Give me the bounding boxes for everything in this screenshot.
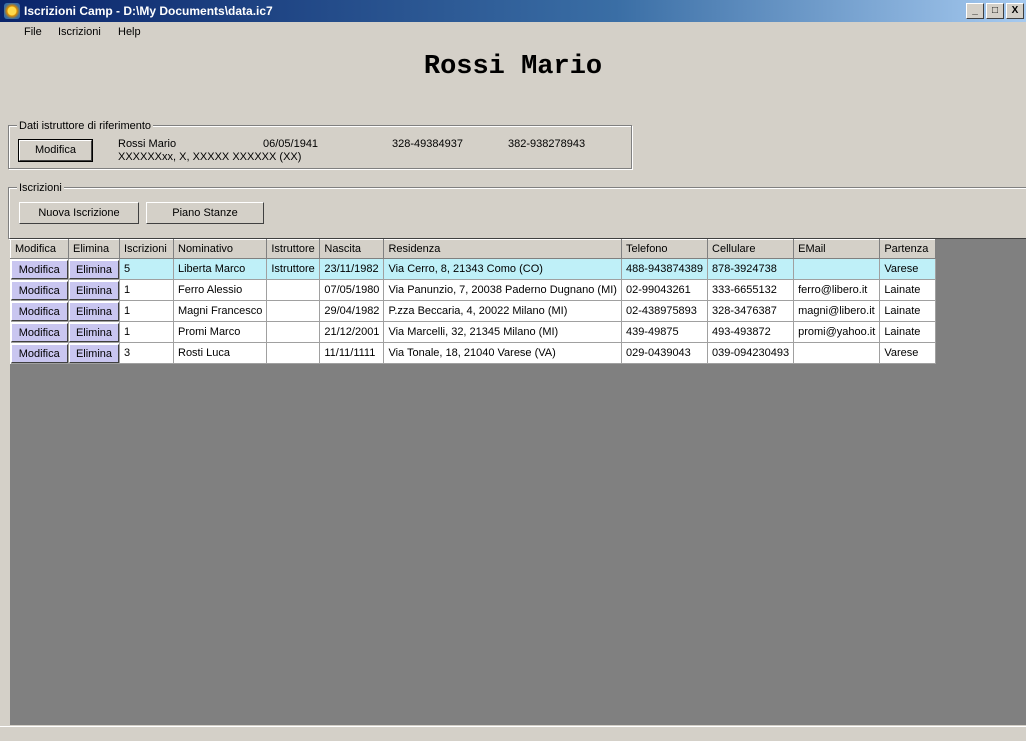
app-icon[interactable] [4,3,20,19]
edit-row-button[interactable]: Modifica [10,322,68,342]
cell-nascita[interactable]: 23/11/1982 [319,258,385,280]
cell-telefono[interactable]: 439-49875 [621,321,709,343]
cell-residenza[interactable]: Via Marcelli, 32, 21345 Milano (MI) [383,321,622,343]
cell-nominativo[interactable]: Ferro Alessio [173,279,268,301]
delete-row-button[interactable]: Elimina [69,280,119,300]
cell-email[interactable] [793,258,881,280]
cell-residenza[interactable]: Via Tonale, 18, 21040 Varese (VA) [383,342,622,364]
delete-row-button[interactable]: Elimina [69,343,119,363]
table-header-row: Modifica Elimina Iscrizioni Nominativo I… [10,239,937,259]
table-row[interactable]: Modifica Elimina 1 Magni Francesco 29/04… [10,300,937,322]
delete-row-button[interactable]: Elimina [69,322,119,342]
col-partenza[interactable]: Partenza [879,239,937,259]
cell-telefono[interactable]: 488-943874389 [621,258,709,280]
cell-partenza[interactable]: Lainate [879,321,937,343]
cell-istruttore[interactable] [266,321,321,343]
cell-nominativo[interactable]: Liberta Marco [173,258,268,280]
cell-istruttore[interactable] [266,342,321,364]
cell-email[interactable]: magni@libero.it [793,300,881,322]
edit-istruttore-button[interactable]: Modifica [18,139,93,162]
status-bar [0,726,1026,741]
page-title: Rossi Mario [423,52,603,82]
cell-nascita[interactable]: 29/04/1982 [319,300,385,322]
istruttore-group-label: Dati istruttore di riferimento [17,120,154,132]
cell-nascita[interactable]: 07/05/1980 [319,279,385,301]
new-registration-button[interactable]: Nuova Iscrizione [19,202,139,224]
minimize-button[interactable]: _ [966,3,984,19]
cell-telefono[interactable]: 029-0439043 [621,342,709,364]
cell-email[interactable] [793,342,881,364]
cell-partenza[interactable]: Lainate [879,300,937,322]
istruttore-phone: 328-49384937 [392,138,463,150]
edit-row-button[interactable]: Modifica [10,280,68,300]
menu-bar: File Iscrizioni Help [0,22,1026,42]
edit-row-button[interactable]: Modifica [10,301,68,321]
cell-telefono[interactable]: 02-99043261 [621,279,709,301]
cell-istruttore[interactable] [266,279,321,301]
table-row[interactable]: Modifica Elimina 3 Rosti Luca 11/11/1111… [10,342,937,364]
title-bar[interactable]: Iscrizioni Camp - D:\My Documents\data.i… [0,0,1026,22]
cell-istruttore[interactable] [266,300,321,322]
cell-iscrizioni[interactable]: 1 [119,321,174,343]
col-modifica[interactable]: Modifica [10,239,69,259]
menu-iscrizioni[interactable]: Iscrizioni [58,26,101,38]
cell-cellulare[interactable]: 039-094230493 [707,342,795,364]
cell-partenza[interactable]: Varese [879,342,937,364]
cell-cellulare[interactable]: 333-6655132 [707,279,795,301]
col-nominativo[interactable]: Nominativo [172,239,268,259]
col-istruttore[interactable]: Istruttore [266,239,321,259]
cell-email[interactable]: promi@yahoo.it [793,321,881,343]
edit-row-button[interactable]: Modifica [10,343,68,363]
cell-residenza[interactable]: Via Cerro, 8, 21343 Como (CO) [383,258,622,280]
cell-email[interactable]: ferro@libero.it [793,279,881,301]
istruttore-address: XXXXXXxx, X, XXXXX XXXXXX (XX) [118,151,302,163]
cell-nominativo[interactable]: Magni Francesco [173,300,268,322]
room-plan-button[interactable]: Piano Stanze [146,202,264,224]
cell-iscrizioni[interactable]: 1 [119,300,174,322]
registrations-grid[interactable]: Modifica Elimina Iscrizioni Nominativo I… [10,238,1026,725]
cell-residenza[interactable]: Via Panunzio, 7, 20038 Paderno Dugnano (… [383,279,622,301]
window-title: Iscrizioni Camp - D:\My Documents\data.i… [24,4,273,18]
col-elimina[interactable]: Elimina [68,239,120,259]
table-row[interactable]: Modifica Elimina 1 Ferro Alessio 07/05/1… [10,279,937,301]
registrations-table: Modifica Elimina Iscrizioni Nominativo I… [10,239,937,364]
istruttore-name: Rossi Mario [118,138,177,150]
delete-row-button[interactable]: Elimina [69,259,119,279]
istruttore-birth: 06/05/1941 [263,138,319,150]
cell-nascita[interactable]: 21/12/2001 [319,321,385,343]
cell-nascita[interactable]: 11/11/1111 [319,342,385,364]
cell-istruttore[interactable]: Istruttore [266,258,321,280]
iscrizioni-group-label: Iscrizioni [17,182,64,194]
cell-iscrizioni[interactable]: 3 [119,342,174,364]
menu-file[interactable]: File [24,26,42,38]
cell-cellulare[interactable]: 328-3476387 [707,300,795,322]
col-iscrizioni[interactable]: Iscrizioni [119,239,174,259]
cell-partenza[interactable]: Varese [879,258,937,280]
delete-row-button[interactable]: Elimina [69,301,119,321]
cell-cellulare[interactable]: 493-493872 [707,321,795,343]
istruttore-mobile: 382-938278943 [508,138,586,150]
table-row[interactable]: Modifica Elimina 1 Promi Marco 21/12/200… [10,321,937,343]
table-row[interactable]: Modifica Elimina 5 Liberta Marco Istrutt… [10,258,937,280]
cell-cellulare[interactable]: 878-3924738 [707,258,795,280]
col-residenza[interactable]: Residenza [383,239,622,259]
edit-row-button[interactable]: Modifica [10,259,68,279]
cell-telefono[interactable]: 02-438975893 [621,300,709,322]
maximize-button[interactable]: □ [986,3,1004,19]
cell-iscrizioni[interactable]: 1 [119,279,174,301]
col-cellulare[interactable]: Cellulare [707,239,795,259]
cell-residenza[interactable]: P.zza Beccaria, 4, 20022 Milano (MI) [383,300,622,322]
cell-iscrizioni[interactable]: 5 [119,258,174,280]
cell-nominativo[interactable]: Rosti Luca [173,342,268,364]
cell-partenza[interactable]: Lainate [879,279,937,301]
close-button[interactable]: X [1006,3,1024,19]
menu-help[interactable]: Help [118,26,141,38]
col-email[interactable]: EMail [793,239,881,259]
col-nascita[interactable]: Nascita [319,239,385,259]
cell-nominativo[interactable]: Promi Marco [173,321,268,343]
col-telefono[interactable]: Telefono [620,239,709,259]
